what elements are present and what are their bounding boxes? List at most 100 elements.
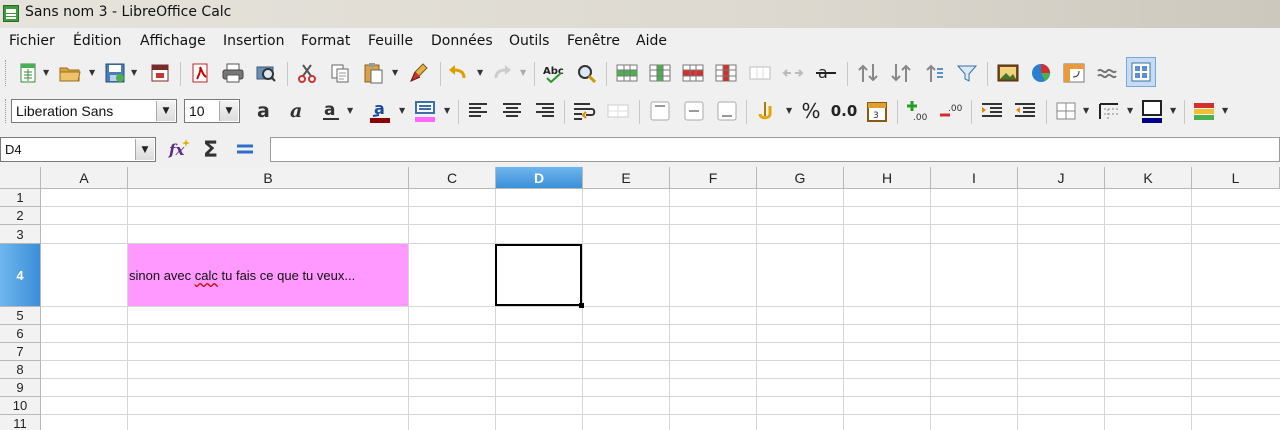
insert-column-icon[interactable]: [648, 61, 672, 85]
chevron-down-icon[interactable]: ▼: [156, 101, 175, 121]
border-color-icon[interactable]: [1140, 99, 1164, 123]
align-right-icon[interactable]: [533, 99, 557, 123]
menu-donnees[interactable]: Données: [431, 33, 493, 49]
chevron-down-icon[interactable]: ▼: [219, 101, 238, 121]
add-decimal-icon[interactable]: .00: [905, 99, 929, 123]
row-header-10[interactable]: 10: [0, 397, 41, 415]
font-name-box[interactable]: Liberation Sans ▼: [11, 99, 177, 123]
insert-row-icon[interactable]: [615, 61, 639, 85]
borders-icon[interactable]: [1054, 99, 1078, 123]
row-header-6[interactable]: 6: [0, 325, 41, 343]
sort-descending-icon[interactable]: [889, 61, 913, 85]
toolbar-grip[interactable]: [5, 60, 9, 86]
cell-b4[interactable]: sinon avec calc tu fais ce que tu veux..…: [128, 244, 408, 306]
formula-input[interactable]: [270, 137, 1280, 162]
column-header-l[interactable]: L: [1192, 167, 1280, 189]
delete-decimal-icon[interactable]: .00: [938, 99, 962, 123]
align-bottom-icon[interactable]: [715, 99, 739, 123]
export-pdf-icon[interactable]: [188, 61, 212, 85]
menu-edition[interactable]: Édition: [73, 33, 121, 49]
menu-outils[interactable]: Outils: [509, 33, 549, 49]
export-icon[interactable]: [148, 61, 172, 85]
new-spreadsheet-icon[interactable]: [16, 61, 40, 85]
increase-indent-icon[interactable]: [980, 99, 1004, 123]
insert-chart-icon[interactable]: [1029, 61, 1053, 85]
column-header-j[interactable]: J: [1018, 167, 1105, 189]
special-character-icon[interactable]: [1095, 61, 1119, 85]
borders-dropdown-arrow[interactable]: ▼: [1083, 106, 1089, 115]
column-header-i[interactable]: I: [931, 167, 1018, 189]
currency-dropdown-arrow[interactable]: ▼: [786, 106, 792, 115]
conditional-dropdown-arrow[interactable]: ▼: [1222, 106, 1228, 115]
sort-ascending-icon[interactable]: [856, 61, 880, 85]
find-replace-icon[interactable]: [575, 61, 599, 85]
column-header-h[interactable]: H: [844, 167, 931, 189]
name-box[interactable]: D4 ▼: [0, 137, 156, 162]
highlighting-dropdown-arrow[interactable]: ▼: [444, 106, 450, 115]
delete-column-icon[interactable]: [714, 61, 738, 85]
row-header-7[interactable]: 7: [0, 343, 41, 361]
column-header-k[interactable]: K: [1105, 167, 1192, 189]
function-wizard-icon[interactable]: fx: [167, 137, 191, 161]
new-dropdown-arrow[interactable]: ▼: [43, 68, 49, 77]
formula-equals-icon[interactable]: [233, 137, 257, 161]
column-header-g[interactable]: G: [757, 167, 844, 189]
number-format-button[interactable]: 0.0: [830, 99, 858, 123]
navigator-icon[interactable]: [1126, 57, 1156, 87]
menu-format[interactable]: Format: [301, 33, 350, 49]
font-color-icon[interactable]: a: [368, 99, 392, 123]
insert-image-icon[interactable]: [996, 61, 1020, 85]
border-style-dropdown-arrow[interactable]: ▼: [1127, 106, 1133, 115]
conditional-formatting-icon[interactable]: [1192, 99, 1216, 123]
spreadsheet-grid[interactable]: A B C D E F G H I J K L 1 2 3 4 5 6 7 8 …: [0, 167, 1280, 430]
font-color-dropdown-arrow[interactable]: ▼: [399, 106, 405, 115]
border-color-dropdown-arrow[interactable]: ▼: [1170, 106, 1176, 115]
menu-feuille[interactable]: Feuille: [368, 33, 413, 49]
menu-aide[interactable]: Aide: [636, 33, 667, 49]
open-dropdown-arrow[interactable]: ▼: [89, 68, 95, 77]
sort-icon[interactable]: [922, 61, 946, 85]
print-preview-icon[interactable]: [254, 61, 278, 85]
row-header-5[interactable]: 5: [0, 307, 41, 325]
pivot-table-icon[interactable]: [1062, 61, 1086, 85]
print-icon[interactable]: [221, 61, 245, 85]
underline-dropdown-arrow[interactable]: ▼: [347, 106, 353, 115]
row-header-4[interactable]: 4: [0, 244, 41, 307]
sum-icon[interactable]: Σ: [200, 137, 224, 161]
date-format-icon[interactable]: 3: [865, 99, 889, 123]
menu-fichier[interactable]: Fichier: [9, 33, 55, 49]
column-header-c[interactable]: C: [409, 167, 496, 189]
autofill-handle[interactable]: [579, 303, 584, 308]
column-header-e[interactable]: E: [583, 167, 670, 189]
paste-icon[interactable]: [361, 61, 385, 85]
row-header-1[interactable]: 1: [0, 189, 41, 207]
open-folder-icon[interactable]: [58, 61, 82, 85]
strikethrough-link-icon[interactable]: a: [814, 61, 838, 85]
row-header-11[interactable]: 11: [0, 415, 41, 430]
save-icon[interactable]: [103, 61, 127, 85]
copy-icon[interactable]: [328, 61, 352, 85]
decrease-indent-icon[interactable]: [1013, 99, 1037, 123]
menu-insertion[interactable]: Insertion: [223, 33, 284, 49]
active-cell-cursor[interactable]: [495, 244, 582, 306]
center-vertically-icon[interactable]: [682, 99, 706, 123]
merge-center-icon[interactable]: [606, 99, 630, 123]
column-header-b[interactable]: B: [128, 167, 409, 189]
cut-icon[interactable]: [295, 61, 319, 85]
autofilter-icon[interactable]: [955, 61, 979, 85]
chevron-down-icon[interactable]: ▼: [135, 139, 154, 160]
menu-affichage[interactable]: Affichage: [140, 33, 206, 49]
paste-dropdown-arrow[interactable]: ▼: [392, 68, 398, 77]
underline-icon[interactable]: a: [319, 99, 343, 123]
select-all-corner[interactable]: [0, 167, 41, 189]
column-header-f[interactable]: F: [670, 167, 757, 189]
toolbar-grip[interactable]: [5, 99, 9, 123]
row-header-3[interactable]: 3: [0, 225, 41, 244]
unmerge-cells-icon[interactable]: [781, 61, 805, 85]
redo-dropdown-arrow[interactable]: ▼: [520, 68, 526, 77]
row-header-2[interactable]: 2: [0, 207, 41, 225]
align-center-icon[interactable]: [500, 99, 524, 123]
undo-icon[interactable]: [446, 61, 470, 85]
spelling-icon[interactable]: Abc: [542, 61, 566, 85]
row-header-8[interactable]: 8: [0, 361, 41, 379]
